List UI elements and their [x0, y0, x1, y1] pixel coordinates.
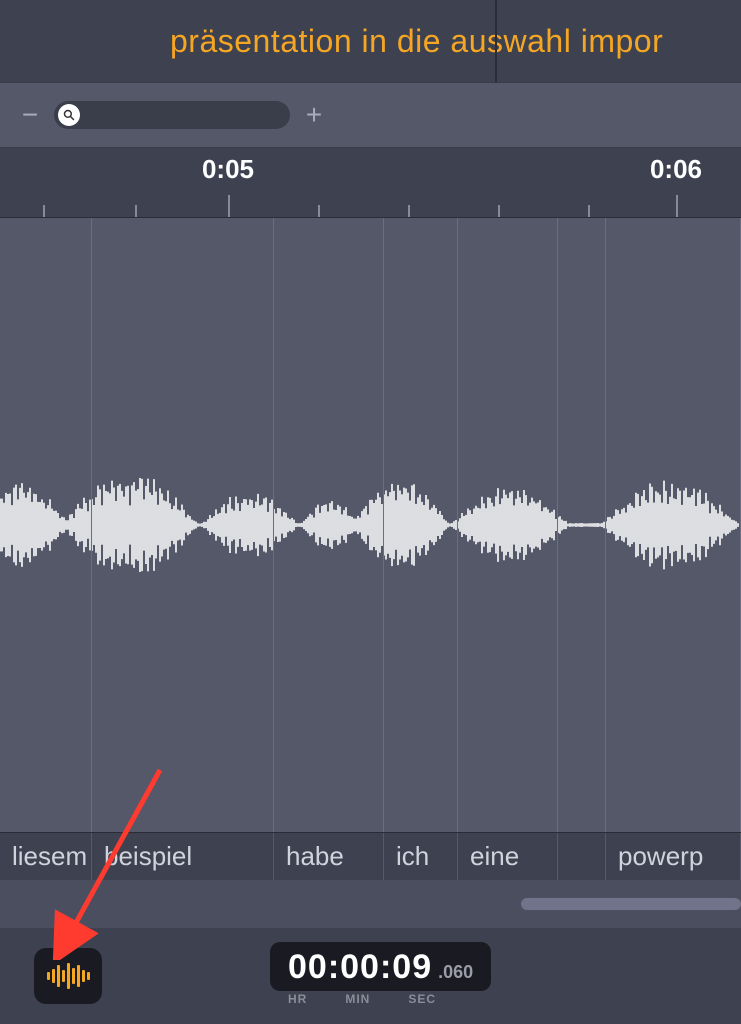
waveform-word-segment[interactable] — [458, 218, 558, 832]
ruler-time-label: 0:06 — [650, 154, 702, 185]
word-label[interactable] — [558, 833, 606, 880]
waveform-area[interactable] — [0, 218, 741, 832]
ruler-tick — [43, 205, 45, 217]
timecode-main: 00:00:09 — [288, 948, 432, 987]
timeline-ruler[interactable]: 0:05 0:06 — [0, 148, 741, 218]
waveform-word-segment[interactable] — [558, 218, 606, 832]
audio-waveform-button[interactable] — [34, 948, 102, 1004]
word-label[interactable]: powerp — [606, 833, 741, 880]
ruler-tick — [408, 205, 410, 217]
ruler-time-label: 0:05 — [202, 154, 254, 185]
timecode-display: 00:00:09 .060 — [270, 942, 491, 991]
waveform-word-segment[interactable] — [0, 218, 92, 832]
word-label[interactable]: eine — [458, 833, 558, 880]
word-label[interactable]: liesem — [0, 833, 92, 880]
playhead-indicator — [495, 0, 497, 82]
waveform-word-segment[interactable] — [384, 218, 458, 832]
zoom-out-button[interactable]: − — [20, 99, 40, 131]
word-label[interactable]: beispiel — [92, 833, 274, 880]
ruler-tick — [228, 195, 230, 217]
waveform-word-segment[interactable] — [606, 218, 741, 832]
transcript-text: präsentation in die auswahl impor — [170, 23, 663, 60]
timecode-fraction: .060 — [438, 962, 473, 983]
waveform-icon — [47, 963, 90, 989]
sec-label: SEC — [408, 992, 436, 1006]
ruler-tick — [318, 205, 320, 217]
timecode-labels: HR MIN SEC — [288, 992, 436, 1006]
ruler-tick — [588, 205, 590, 217]
ruler-tick — [498, 205, 500, 217]
waveform-word-segment[interactable] — [92, 218, 274, 832]
word-timeline: liesembeispielhabeicheine powerp — [0, 832, 741, 880]
transcript-bar: präsentation in die auswahl impor — [0, 0, 741, 82]
zoom-slider-handle[interactable] — [58, 104, 80, 126]
zoom-slider[interactable] — [54, 101, 290, 129]
ruler-tick — [135, 205, 137, 217]
min-label: MIN — [345, 992, 370, 1006]
word-label[interactable]: habe — [274, 833, 384, 880]
waveform-word-segment[interactable] — [274, 218, 384, 832]
ruler-tick — [676, 195, 678, 217]
zoom-in-button[interactable]: + — [304, 99, 324, 131]
footer-bar: 00:00:09 .060 HR MIN SEC — [0, 928, 741, 1024]
scroll-area — [0, 880, 741, 928]
search-icon — [63, 109, 75, 121]
zoom-toolbar: − + — [0, 82, 741, 148]
word-label[interactable]: ich — [384, 833, 458, 880]
horizontal-scrollbar[interactable] — [521, 898, 741, 910]
hr-label: HR — [288, 992, 307, 1006]
